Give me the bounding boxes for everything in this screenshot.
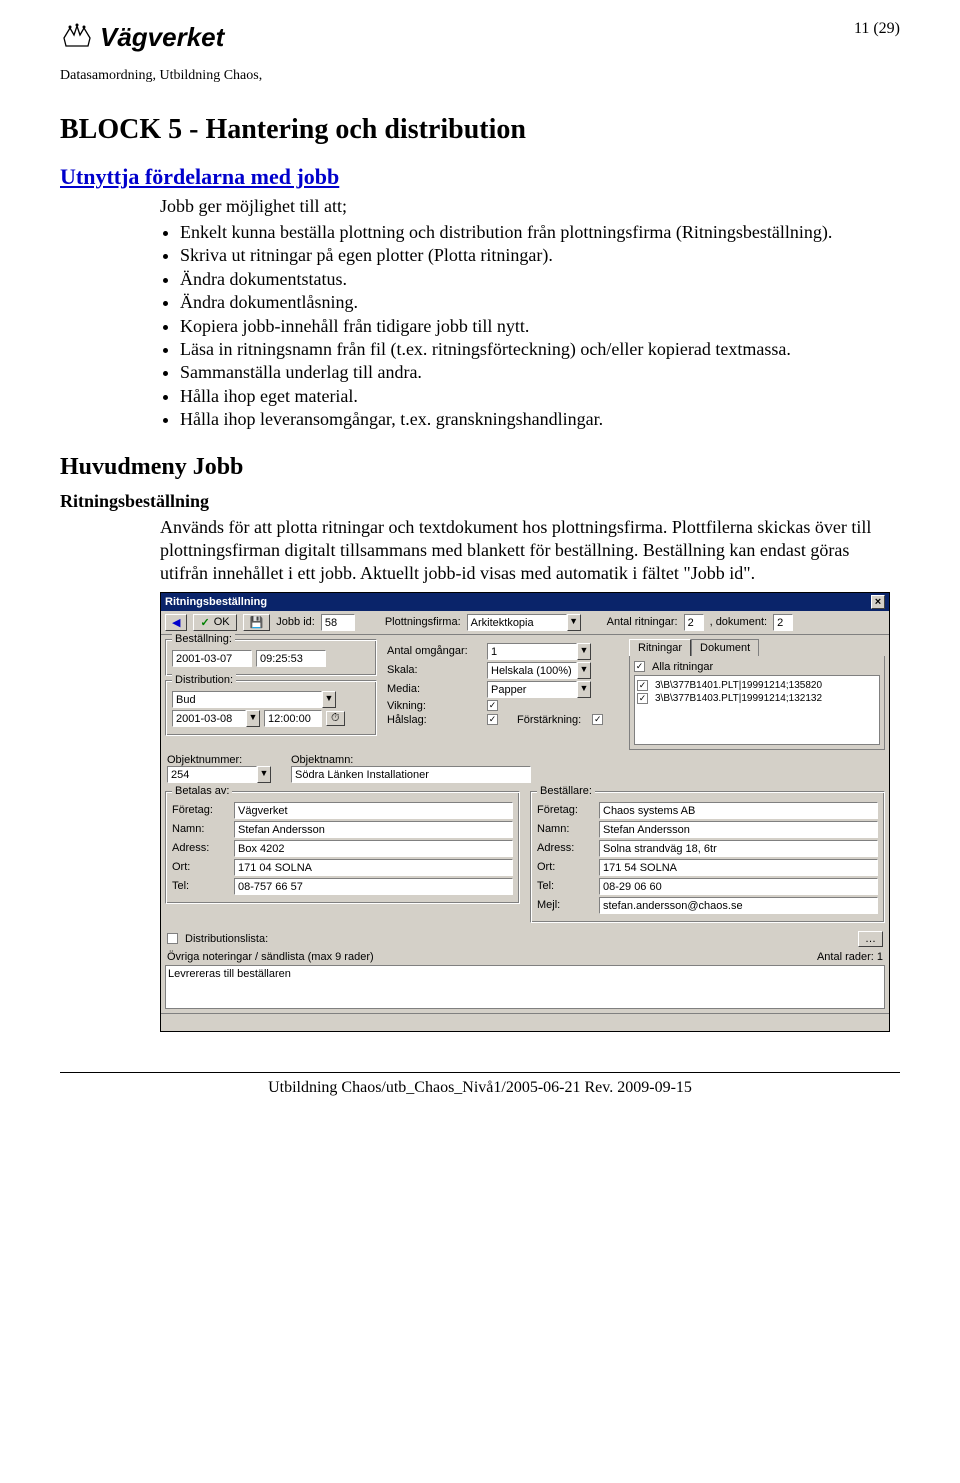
save-icon[interactable]: 💾 xyxy=(243,614,271,631)
dialog-title: Ritningsbeställning xyxy=(165,596,267,608)
bestallning-time[interactable]: 09:25:53 xyxy=(256,650,326,667)
time-button[interactable]: ⏱ xyxy=(326,711,345,726)
ritn-title: Ritningsbeställning xyxy=(60,491,900,512)
list-item: Sammanställa underlag till andra. xyxy=(180,361,900,384)
bestallning-date[interactable]: 2001-03-07 xyxy=(172,650,252,667)
dokument-label: , dokument: xyxy=(710,616,767,628)
halslag-checkbox[interactable]: ✓ xyxy=(487,714,498,725)
bestallare-foretag[interactable]: Chaos systems AB xyxy=(599,802,878,819)
list-item: Ändra dokumentlåsning. xyxy=(180,291,900,314)
plottningsfirma-label: Plottningsfirma: xyxy=(385,616,461,628)
plottningsfirma-combo[interactable]: Arkitektkopia▼ xyxy=(467,614,581,631)
footer-divider xyxy=(60,1072,900,1073)
list-item: Kopiera jobb-innehåll från tidigare jobb… xyxy=(180,315,900,338)
block-title: BLOCK 5 - Hantering och distribution xyxy=(60,114,900,146)
list-item: Enkelt kunna beställa plottning och dist… xyxy=(180,221,900,244)
betalas-adress[interactable]: Box 4202 xyxy=(234,840,513,857)
skala-combo[interactable]: Helskala (100%)▼ xyxy=(487,662,591,679)
bestallare-tel[interactable]: 08-29 06 60 xyxy=(599,878,878,895)
jobb-id-field[interactable]: 58 xyxy=(321,614,355,631)
betalas-ort[interactable]: 171 04 SOLNA xyxy=(234,859,513,876)
list-item: Ändra dokumentstatus. xyxy=(180,268,900,291)
list-item: Läsa in ritningsnamn från fil (t.ex. rit… xyxy=(180,338,900,361)
bestallare-ort[interactable]: 171 54 SOLNA xyxy=(599,859,878,876)
distributionslista-checkbox[interactable] xyxy=(167,933,178,944)
close-icon[interactable]: × xyxy=(871,595,885,609)
ritn-body: Används för att plotta ritningar och tex… xyxy=(160,516,900,586)
page-number: 11 (29) xyxy=(854,20,900,38)
media-combo[interactable]: Papper▼ xyxy=(487,681,591,698)
ok-button[interactable]: ✓OK xyxy=(193,614,236,631)
bestallare-namn[interactable]: Stefan Andersson xyxy=(599,821,878,838)
antal-ritningar-label: Antal ritningar: xyxy=(607,616,678,628)
tab-dokument[interactable]: Dokument xyxy=(691,639,759,656)
tab-ritningar[interactable]: Ritningar xyxy=(629,639,691,656)
distribution-time[interactable]: 12:00:00 xyxy=(264,710,322,727)
betalas-namn[interactable]: Stefan Andersson xyxy=(234,821,513,838)
antal-ritningar-field[interactable]: 2 xyxy=(684,614,704,631)
betalas-foretag[interactable]: Vägverket xyxy=(234,802,513,819)
subheader: Datasamordning, Utbildning Chaos, xyxy=(60,68,900,84)
distribution-method-combo[interactable]: Bud▼ xyxy=(172,691,336,708)
chevron-down-icon: ▼ xyxy=(567,614,581,631)
distribution-group: Distribution: Bud▼ 2001-03-08▼ 12:00:00 … xyxy=(165,680,377,736)
footer-text: Utbildning Chaos/utb_Chaos_Nivå1/2005-06… xyxy=(60,1079,900,1111)
bestallare-mejl[interactable]: stefan.andersson@chaos.se xyxy=(599,897,878,914)
antal-omgangar-combo[interactable]: 1▼ xyxy=(487,643,591,660)
list-item: Skriva ut ritningar på egen plotter (Plo… xyxy=(180,244,900,267)
forstarkning-checkbox[interactable]: ✓ xyxy=(592,714,603,725)
distribution-date-combo[interactable]: 2001-03-08▼ xyxy=(172,710,260,727)
dialog-ritningsbestallning: Ritningsbeställning × ◀ ✓OK 💾 Jobb id: 5… xyxy=(160,592,890,1032)
jobb-id-label: Jobb id: xyxy=(276,616,315,628)
ovriga-textarea[interactable]: Levrereras till beställaren xyxy=(165,965,885,1009)
betalas-group: Betalas av: Företag:Vägverket Namn:Stefa… xyxy=(165,791,520,904)
intro-line: Jobb ger möjlighet till att; xyxy=(160,196,900,217)
objektnummer-combo[interactable]: 254▼ xyxy=(167,766,271,783)
bestallning-group: Beställning: 2001-03-07 09:25:53 xyxy=(165,639,377,676)
brand-text: Vägverket xyxy=(100,22,224,53)
dialog-titlebar: Ritningsbeställning × xyxy=(161,593,889,611)
list-item: Hålla ihop eget material. xyxy=(180,385,900,408)
logo: Vägverket xyxy=(60,20,224,54)
ritningar-listbox[interactable]: ✓3\B\377B1401.PLT|19991214;135820 ✓3\B\3… xyxy=(634,675,880,745)
dokument-field[interactable]: 2 xyxy=(773,614,793,631)
toolbar: ◀ ✓OK 💾 Jobb id: 58 Plottningsfirma: Ark… xyxy=(161,611,889,635)
alla-ritningar-checkbox[interactable]: ✓ xyxy=(634,661,645,672)
bullet-list: Enkelt kunna beställa plottning och dist… xyxy=(180,221,900,432)
list-item: Hålla ihop leveransomgångar, t.ex. grans… xyxy=(180,408,900,431)
objektnamn-field[interactable]: Södra Länken Installationer xyxy=(291,766,531,783)
bestallare-group: Beställare: Företag:Chaos systems AB Nam… xyxy=(530,791,885,923)
exit-button[interactable]: ◀ xyxy=(165,614,187,631)
betalas-tel[interactable]: 08-757 66 57 xyxy=(234,878,513,895)
vikning-checkbox[interactable]: ✓ xyxy=(487,700,498,711)
browse-button[interactable]: … xyxy=(858,931,883,947)
huvudmeny-title: Huvudmeny Jobb xyxy=(60,454,900,481)
section-title: Utnyttja fördelarna med jobb xyxy=(60,164,900,190)
crown-icon xyxy=(60,20,94,54)
bestallare-adress[interactable]: Solna strandväg 18, 6tr xyxy=(599,840,878,857)
